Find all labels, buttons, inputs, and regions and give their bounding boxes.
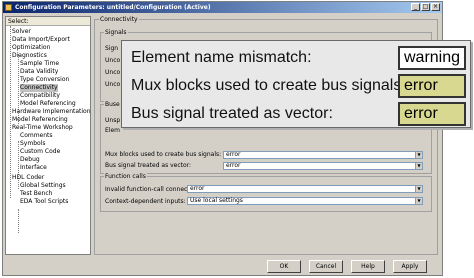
apply-button[interactable]: Apply (393, 260, 427, 273)
chevron-down-icon: ▼ (415, 198, 422, 204)
callout-field-element-name[interactable]: warning (398, 46, 466, 70)
tree-item-global-settings[interactable]: Global Settings (20, 182, 66, 190)
mux-blocks-select[interactable]: error ▼ (223, 151, 423, 159)
signals-title: Signals (104, 29, 128, 36)
cancel-button[interactable]: Cancel (309, 260, 343, 273)
bus-vector-value: error (226, 162, 241, 169)
tree-item-test-bench[interactable]: Test Bench (20, 190, 52, 198)
tree-item-model-referencing[interactable]: Model Referencing (12, 116, 68, 124)
callout-label-bus-vector: Bus signal treated as vector: (131, 105, 333, 122)
tree-line (10, 26, 11, 198)
tree-item-sample-time[interactable]: Sample Time (20, 60, 59, 68)
tree-item-debug[interactable]: Debug (20, 156, 40, 164)
callout-label-mux-blocks: Mux blocks used to create bus signals: (131, 77, 406, 94)
window-controls: _ □ × (411, 3, 440, 11)
ok-button[interactable]: OK (267, 260, 301, 273)
buses-row-label: Elem (105, 127, 120, 134)
tree-item-interface[interactable]: Interface (20, 164, 47, 172)
context-inputs-select[interactable]: Use local settings ▼ (187, 197, 423, 205)
context-inputs-label: Context-dependent inputs: (105, 198, 186, 205)
select-header: Select: (6, 17, 90, 26)
bus-vector-select[interactable]: error ▼ (223, 162, 423, 170)
tree-item-symbols[interactable]: Symbols (20, 140, 45, 148)
buses-title: Buse (104, 101, 121, 108)
title-bar: Configuration Parameters: untitled/Confi… (3, 2, 442, 13)
tree-item-diag-model-referencing[interactable]: Model Referencing (20, 100, 76, 108)
invalid-function-call-select[interactable]: error ▼ (187, 185, 423, 193)
chevron-down-icon: ▼ (415, 186, 422, 192)
tree-item-data-validity[interactable]: Data Validity (20, 68, 58, 76)
function-calls-title: Function calls (104, 173, 147, 180)
callout-field-mux-blocks[interactable]: error (398, 74, 466, 98)
tree-item-solver[interactable]: Solver (12, 28, 31, 36)
app-icon (5, 4, 12, 11)
tree-item-compatibility[interactable]: Compatibility (20, 92, 60, 100)
callout-field-bus-vector[interactable]: error (398, 102, 466, 126)
buses-row-label: Unsp (105, 117, 121, 124)
tree-item-connectivity[interactable]: Connectivity (20, 84, 58, 92)
chevron-down-icon: ▼ (415, 152, 422, 158)
window-title: Configuration Parameters: untitled/Confi… (15, 4, 211, 11)
bus-vector-label: Bus signal treated as vector: (105, 162, 192, 169)
tree-item-hardware-implementation[interactable]: Hardware Implementation (12, 108, 91, 116)
close-button[interactable]: × (431, 3, 440, 11)
signals-row-label: Sign (105, 45, 119, 52)
tree-item-comments[interactable]: Comments (20, 132, 53, 140)
tree-item-eda-tool-scripts[interactable]: EDA Tool Scripts (20, 198, 68, 206)
tree-item-diagnostics[interactable]: Diagnostics (12, 52, 47, 60)
tree-item-type-conversion[interactable]: Type Conversion (20, 76, 69, 84)
context-inputs-value: Use local settings (190, 197, 243, 204)
invalid-function-call-value: error (190, 185, 205, 192)
function-calls-group: Function calls Invalid function-call con… (100, 173, 432, 212)
minimize-button[interactable]: _ (411, 3, 420, 11)
select-tree-panel: Select: Solver Data Import/Export Optimi… (5, 16, 91, 255)
chevron-down-icon: ▼ (415, 163, 422, 169)
tree-item-hdl-coder[interactable]: HDL Coder (12, 174, 44, 182)
signals-row-label: Unco (105, 57, 121, 64)
mux-blocks-label: Mux blocks used to create bus signals: (105, 151, 222, 158)
tree-item-data-import-export[interactable]: Data Import/Export (12, 36, 70, 44)
tree-item-optimization[interactable]: Optimization (12, 44, 50, 52)
callout-label-element-name: Element name mismatch: (131, 49, 312, 66)
signals-row-label: Unco (105, 81, 121, 88)
tree-line (18, 209, 19, 233)
tree-item-real-time-workshop[interactable]: Real-Time Workshop (12, 124, 73, 132)
connectivity-title: Connectivity (99, 16, 139, 23)
tree-item-custom-code[interactable]: Custom Code (20, 148, 60, 156)
maximize-button[interactable]: □ (421, 3, 430, 11)
help-button[interactable]: Help (351, 260, 385, 273)
mux-blocks-value: error (226, 151, 241, 158)
signals-row-label: Unco (105, 69, 121, 76)
zoom-callout: Element name mismatch: warning Mux block… (121, 40, 471, 128)
